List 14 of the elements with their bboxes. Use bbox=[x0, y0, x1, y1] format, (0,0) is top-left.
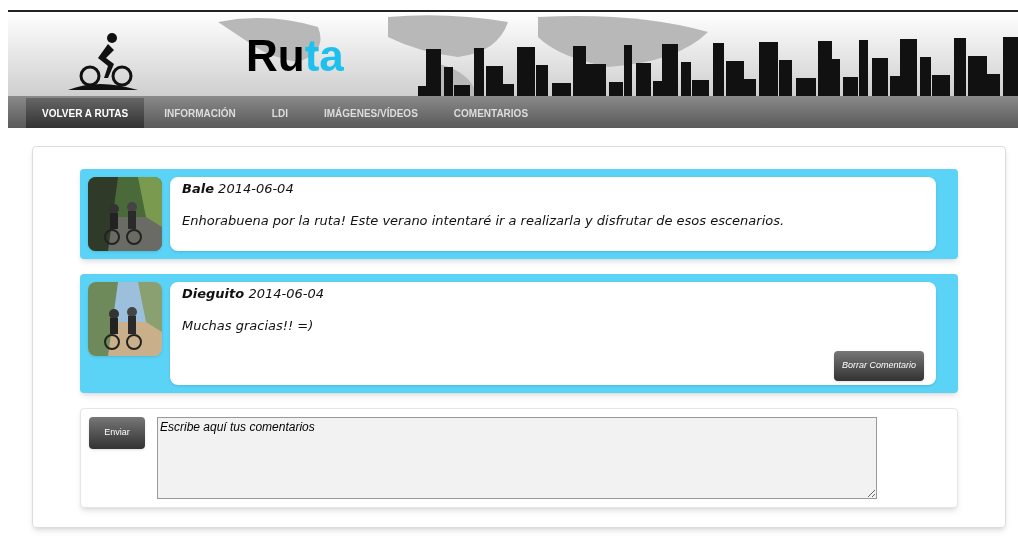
cyclist-icon bbox=[68, 32, 138, 90]
nav-tab[interactable]: COMENTARIOS bbox=[437, 98, 545, 128]
nav-tab[interactable]: VOLVER A RUTAS bbox=[26, 98, 145, 128]
delete-comment-button[interactable]: Borrar Comentario bbox=[833, 351, 924, 381]
comment-input-field[interactable]: Escribe aquí tus comentarios bbox=[157, 416, 877, 499]
send-button[interactable]: Enviar bbox=[89, 416, 145, 449]
logo-text: Ruta bbox=[246, 34, 344, 78]
nav-tab[interactable]: INFORMACIÓN bbox=[148, 98, 252, 128]
comment-text: Muchas gracias!! =) bbox=[182, 316, 315, 335]
comment-meta: Dieguito 2014-06-04 bbox=[182, 285, 325, 303]
comment-text: Enhorabuena por la ruta! Este verano intentaré ir a realizarla y disfrutar de esos escenarios. bbox=[182, 211, 786, 230]
nav-tab[interactable]: IMÁGENES/VÍDEOS bbox=[307, 98, 434, 128]
comment-meta: Bale 2014-06-04 bbox=[182, 180, 295, 198]
nav-tab[interactable]: LDI bbox=[255, 98, 304, 128]
